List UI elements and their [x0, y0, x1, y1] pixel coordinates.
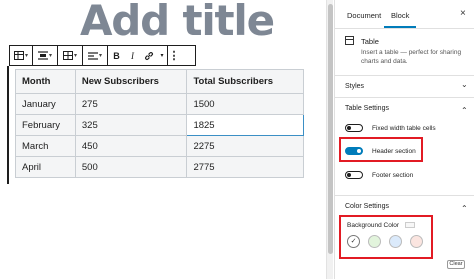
table-cell[interactable]: 500	[74, 156, 188, 178]
block-name: Table	[361, 37, 379, 46]
table-cell-selected[interactable]: 1825	[186, 114, 304, 136]
active-tab-indicator	[384, 26, 416, 28]
table-header-cell[interactable]: New Subscribers	[74, 69, 188, 94]
scrollbar-thumb[interactable]	[328, 4, 333, 254]
tab-block[interactable]: Block	[391, 11, 409, 20]
table-cell[interactable]: 1500	[186, 93, 304, 115]
chevron-down-icon: ⌄	[461, 80, 468, 89]
table-cell[interactable]: February	[15, 114, 76, 136]
panel-title[interactable]: Table Settings	[345, 105, 389, 112]
more-formatting-chevron-icon[interactable]: ▾	[157, 46, 167, 65]
settings-sidebar: Document Block × Table Insert a table — …	[334, 0, 474, 279]
text-align-left-icon[interactable]: ▾	[83, 46, 107, 65]
chevron-down-icon: ▾	[73, 53, 77, 59]
panel-title: Styles	[345, 83, 365, 90]
table-cell[interactable]: January	[15, 93, 76, 115]
chevron-down-icon: ▾	[98, 53, 102, 59]
chevron-up-icon[interactable]: ⌃	[461, 106, 468, 115]
panel-title[interactable]: Color Settings	[345, 203, 389, 210]
link-icon[interactable]	[140, 46, 157, 65]
chevron-down-icon: ▾	[48, 53, 52, 59]
chevron-up-icon[interactable]: ⌃	[461, 204, 468, 213]
align-center-icon[interactable]: ▾	[33, 46, 57, 65]
italic-button[interactable]: I	[125, 46, 140, 65]
toggle-label: Fixed width table cells	[372, 125, 436, 132]
bold-button[interactable]: B	[108, 46, 125, 65]
table-cell[interactable]: 2775	[186, 156, 304, 178]
table-row: April 500 2775	[15, 156, 304, 178]
annotation-highlight	[339, 215, 433, 259]
editor-scrollbar[interactable]	[326, 0, 333, 279]
table-cell[interactable]: 275	[74, 93, 188, 115]
table-row: February 325 1825	[15, 114, 304, 136]
table-cell[interactable]: 450	[74, 135, 188, 157]
toggle-label: Footer section	[372, 172, 414, 179]
more-options-icon[interactable]: ⋮	[168, 46, 180, 65]
post-title[interactable]: Add title	[80, 0, 275, 45]
table-header-cell[interactable]: Month	[15, 69, 76, 94]
clear-color-button[interactable]: Clear	[447, 260, 465, 269]
annotation-highlight	[339, 137, 423, 162]
table-cell[interactable]: 2275	[186, 135, 304, 157]
editor-canvas: Add title ▾ ▾ ▾ ▾ B I ▾ ⋮ Month New Subs…	[0, 0, 333, 279]
table-edit-icon[interactable]: ▾	[58, 46, 82, 65]
tab-document[interactable]: Document	[347, 11, 381, 20]
table-cell[interactable]: March	[15, 135, 76, 157]
table-header-row: Month New Subscribers Total Subscribers	[15, 69, 304, 94]
selected-block-indicator	[7, 66, 9, 184]
close-icon[interactable]: ×	[460, 8, 466, 19]
table-cell[interactable]: 325	[74, 114, 188, 136]
block-description: Insert a table — perfect for sharing cha…	[361, 49, 462, 65]
block-toolbar: ▾ ▾ ▾ ▾ B I ▾ ⋮	[9, 45, 196, 66]
table-icon	[345, 36, 354, 45]
fixed-width-toggle[interactable]	[345, 124, 363, 132]
table-row: January 275 1500	[15, 93, 304, 115]
chevron-down-icon: ▾	[24, 53, 28, 59]
subscribers-table: Month New Subscribers Total Subscribers …	[15, 69, 304, 178]
table-cell[interactable]: April	[15, 156, 76, 178]
footer-section-toggle[interactable]	[345, 171, 363, 179]
styles-panel-header[interactable]: Styles ⌄	[335, 75, 474, 96]
table-row: March 450 2275	[15, 135, 304, 157]
table-header-cell[interactable]: Total Subscribers	[186, 69, 304, 94]
sidebar-tabs: Document Block ×	[335, 0, 474, 29]
table-icon[interactable]: ▾	[10, 46, 32, 65]
